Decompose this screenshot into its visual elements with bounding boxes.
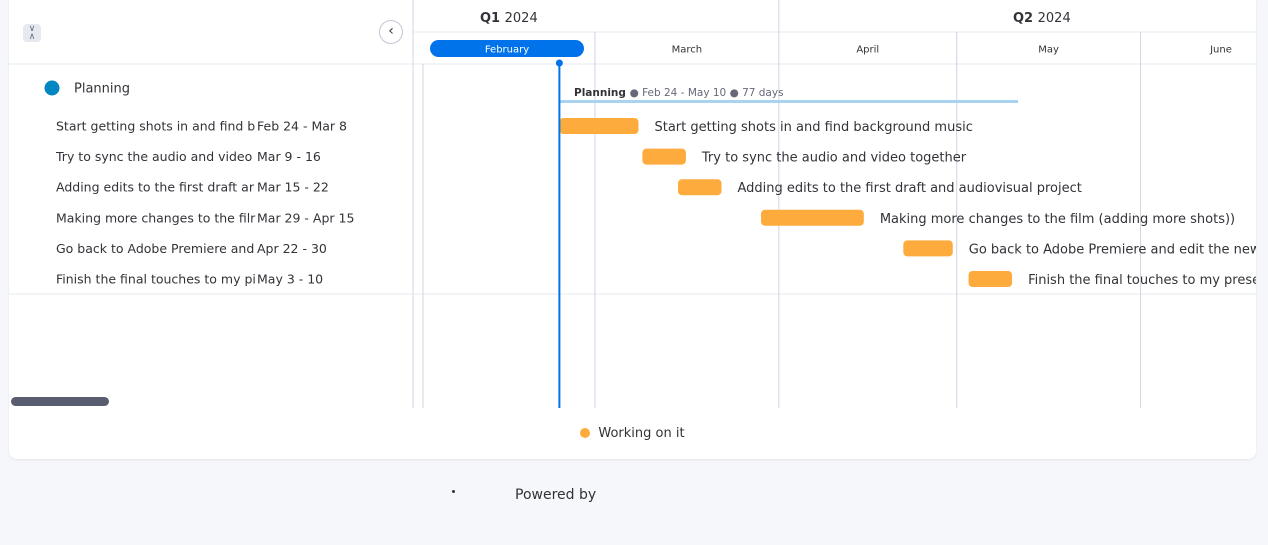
month-label: June	[1209, 45, 1232, 56]
legend-label: Working on it	[598, 426, 685, 441]
horizontal-scrollbar[interactable]	[11, 397, 109, 406]
group-name: Planning	[74, 82, 130, 97]
task-bar[interactable]	[677, 179, 722, 196]
task-bar-label: Try to sync the audio and video together	[701, 151, 967, 166]
group-summary-bar	[559, 100, 1019, 103]
task-name[interactable]: Finish the final touches to my pi	[56, 272, 256, 287]
task-name[interactable]: Try to sync the audio and video	[55, 149, 252, 164]
gantt-card: Q1 2024 Q2 2024 February March April May June P…	[9, 0, 1256, 459]
task-dates: Mar 15 - 22	[257, 180, 329, 195]
task-dates: May 3 - 10	[257, 272, 323, 287]
task-bar[interactable]	[559, 118, 639, 134]
collapse-vertical-icon[interactable]: ∨ ∧	[23, 24, 41, 42]
group-summary-label: Planning ● Feb 24 - May 10 ● 77 days	[574, 87, 784, 99]
task-bar-label: Start getting shots in and find backgrou…	[654, 120, 972, 135]
task-dates: Feb 24 - Mar 8	[257, 119, 347, 134]
task-name[interactable]: Adding edits to the first draft ar	[56, 180, 255, 195]
status-legend: Working on it	[9, 426, 1256, 441]
task-bar[interactable]	[642, 148, 686, 165]
task-bar-label: Making more changes to the film (adding …	[880, 212, 1235, 227]
quarter-label: Q1 2024	[480, 11, 538, 26]
month-label: May	[1038, 45, 1059, 56]
task-bar-label: Adding edits to the first draft and audi…	[738, 181, 1082, 196]
task-name[interactable]: Start getting shots in and find b	[56, 119, 255, 134]
task-dates: Mar 29 - Apr 15	[257, 210, 354, 225]
month-label: March	[672, 45, 702, 56]
quarter-label: Q2 2024	[1013, 11, 1071, 26]
task-dates: Mar 9 - 16	[257, 149, 321, 164]
footer-dot	[452, 490, 455, 493]
task-bar[interactable]	[968, 271, 1013, 287]
task-bar[interactable]	[903, 240, 953, 257]
task-bar-label: Go back to Adobe Premiere and edit the n…	[969, 242, 1256, 257]
month-label: April	[856, 45, 879, 56]
powered-by-text: Powered by	[515, 487, 597, 503]
chevron-left-icon[interactable]: ‹	[379, 20, 403, 44]
task-name[interactable]: Making more changes to the filr	[56, 210, 256, 225]
task-name[interactable]: Go back to Adobe Premiere and	[56, 241, 254, 256]
task-bar[interactable]	[761, 209, 864, 226]
task-bar-label: Finish the final touches to my presentat…	[1028, 273, 1256, 288]
month-label: February	[485, 45, 529, 56]
task-dates: Apr 22 - 30	[257, 241, 327, 256]
gantt-chart: Q1 2024 Q2 2024 February March April May June P…	[9, 0, 1256, 408]
group-color-dot[interactable]	[44, 80, 60, 96]
today-marker	[555, 59, 563, 67]
legend-dot	[580, 428, 591, 438]
